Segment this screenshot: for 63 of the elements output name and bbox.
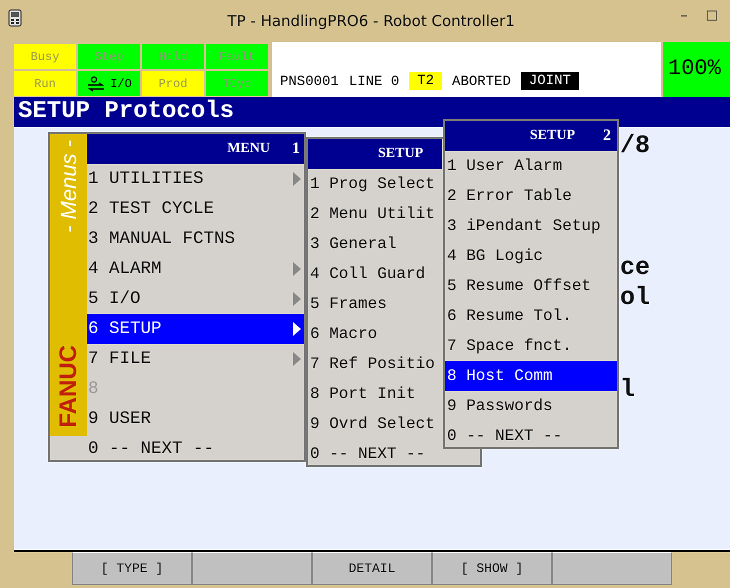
tool-frame: T2 bbox=[409, 72, 442, 90]
maximize-button[interactable]: □ bbox=[706, 8, 718, 22]
coord-system: JOINT bbox=[520, 72, 579, 90]
menu-item[interactable]: 9 Passwords bbox=[445, 391, 617, 421]
menu-item[interactable]: 1 User Alarm bbox=[445, 151, 617, 181]
status-lamp: Hold bbox=[142, 44, 204, 69]
status-lamp: I/O bbox=[78, 71, 140, 96]
menu-item[interactable]: 3 iPendant Setup bbox=[445, 211, 617, 241]
screen-text: /8 bbox=[620, 131, 650, 160]
program-state: ABORTED bbox=[452, 74, 511, 90]
window-title: TP - HandlingPRO6 - Robot Controller1 bbox=[226, 12, 515, 30]
menu-item[interactable]: 2 Error Table bbox=[445, 181, 617, 211]
menu-item[interactable]: 6 SETUP bbox=[87, 314, 304, 344]
menu-item[interactable]: 6 Resume Tol. bbox=[445, 301, 617, 331]
menu-item[interactable]: 1 UTILITIES bbox=[87, 164, 304, 194]
status-lamp: Fault bbox=[206, 44, 268, 69]
menus-label: - Menus - bbox=[56, 140, 82, 233]
status-lamp: Busy bbox=[14, 44, 76, 69]
status-lamp: TCyc bbox=[206, 71, 268, 96]
menu-item[interactable]: 8 Port Init bbox=[308, 379, 447, 409]
function-key[interactable]: [ TYPE ] bbox=[72, 552, 192, 585]
menu-item[interactable]: 5 Resume Offset bbox=[445, 271, 617, 301]
blank-function-key[interactable] bbox=[552, 552, 672, 585]
screen-text: l bbox=[620, 375, 636, 404]
function-key[interactable]: [ SHOW ] bbox=[432, 552, 552, 585]
menu-header: SETUP bbox=[308, 139, 442, 169]
menu-item[interactable]: 5 Frames bbox=[308, 289, 447, 319]
screen-text: ce bbox=[620, 253, 650, 282]
brand-label: FANUC bbox=[54, 345, 82, 428]
minimize-button[interactable]: – bbox=[680, 6, 688, 24]
function-key[interactable]: DETAIL bbox=[312, 552, 432, 585]
status-lamp: Prod bbox=[142, 71, 204, 96]
exchange-icon bbox=[86, 76, 106, 92]
menu-item[interactable]: 1 Prog Select bbox=[308, 169, 447, 199]
menu-item[interactable]: 9 Ovrd Select bbox=[308, 409, 447, 439]
pendant-icon bbox=[8, 9, 22, 27]
menu-item[interactable]: 7 Space fnct. bbox=[445, 331, 617, 361]
menu-item[interactable]: 5 I/O bbox=[87, 284, 304, 314]
menu-header: SETUP 2 bbox=[445, 121, 617, 151]
status-lamp: Step bbox=[78, 44, 140, 69]
menu-item[interactable]: 0 -- NEXT -- bbox=[308, 439, 447, 469]
menu-item[interactable]: 9 USER bbox=[87, 404, 304, 434]
blank-function-key[interactable] bbox=[192, 552, 312, 585]
program-name: PNS0001 bbox=[280, 74, 339, 90]
menu-item[interactable]: 0 -- NEXT -- bbox=[445, 421, 617, 451]
menu-item[interactable]: 4 ALARM bbox=[87, 254, 304, 284]
menu-header: MENU 1 bbox=[87, 134, 304, 164]
screen-text: ol bbox=[620, 283, 650, 312]
menu-item[interactable]: 8 Host Comm bbox=[445, 361, 617, 391]
status-lamp: Run bbox=[14, 71, 76, 96]
menu-item[interactable]: 4 BG Logic bbox=[445, 241, 617, 271]
override-percent: 100% bbox=[663, 42, 730, 97]
menu-item[interactable]: 4 Coll Guard bbox=[308, 259, 447, 289]
menu-item[interactable]: 0 -- NEXT -- bbox=[87, 434, 304, 464]
menu-item[interactable]: 7 Ref Positio bbox=[308, 349, 447, 379]
menu-item[interactable]: 6 Macro bbox=[308, 319, 447, 349]
line-number: LINE 0 bbox=[348, 74, 400, 90]
menu-item[interactable]: 3 General bbox=[308, 229, 447, 259]
menu-item[interactable]: 2 Menu Utilit bbox=[308, 199, 447, 229]
screen-title: SETUP Protocols bbox=[14, 97, 730, 127]
menu-item[interactable]: 7 FILE bbox=[87, 344, 304, 374]
menu-item[interactable]: 3 MANUAL FCTNS bbox=[87, 224, 304, 254]
menu-item[interactable]: 2 TEST CYCLE bbox=[87, 194, 304, 224]
